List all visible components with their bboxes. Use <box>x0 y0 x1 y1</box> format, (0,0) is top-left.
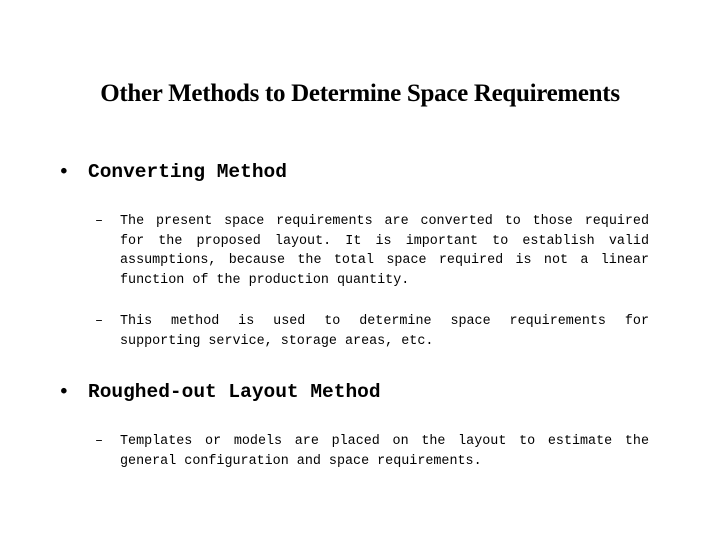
bullet-icon: • <box>58 381 70 403</box>
section-heading-roughed-out-layout-method: • Roughed-out Layout Method <box>58 381 381 403</box>
dash-icon: – <box>95 434 104 449</box>
list-item: – Templates or models are placed on the … <box>95 432 649 471</box>
bullet-icon: • <box>58 161 70 183</box>
dash-icon: – <box>95 214 104 229</box>
list-item-text: This method is used to determine space r… <box>120 314 649 349</box>
section-heading-text: Converting Method <box>88 161 287 183</box>
slide-title: Other Methods to Determine Space Require… <box>100 80 620 107</box>
list-item-text: Templates or models are placed on the la… <box>120 434 649 469</box>
dash-icon: – <box>95 314 104 329</box>
list-item: – This method is used to determine space… <box>95 312 649 351</box>
list-item-text: The present space requirements are conve… <box>120 214 649 288</box>
section-heading-text: Roughed-out Layout Method <box>88 381 381 403</box>
section-heading-converting-method: • Converting Method <box>58 161 287 183</box>
list-item: – The present space requirements are con… <box>95 212 649 290</box>
